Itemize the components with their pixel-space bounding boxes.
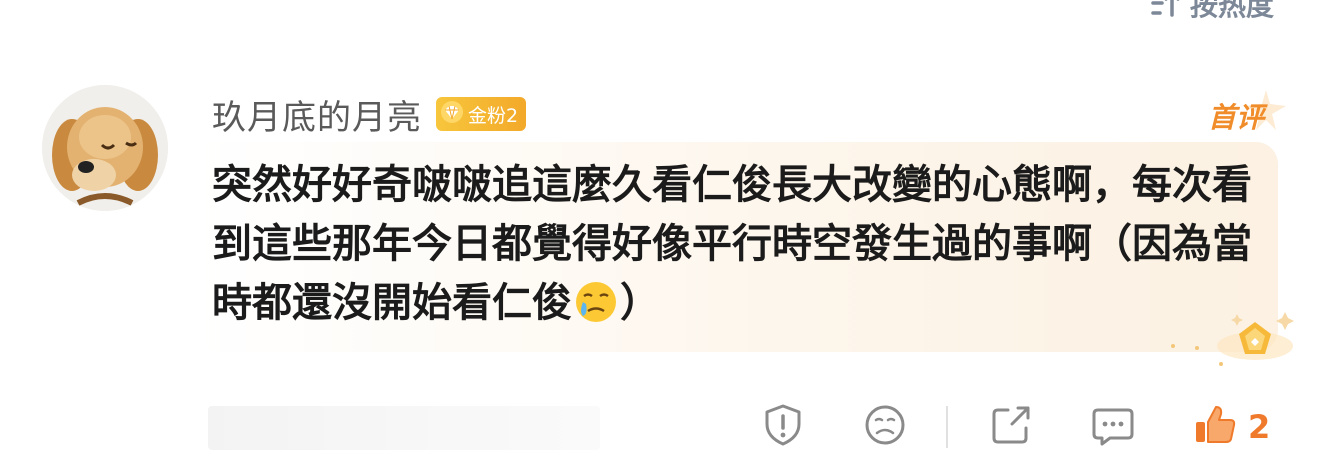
comment-text[interactable]: 突然好好奇啵啵追這麼久看仁俊長大改變的心態啊，每次看到這些那年今日都覺得好像平行…: [212, 156, 1262, 341]
dislike-button[interactable]: [862, 402, 908, 452]
diamond-icon: [440, 100, 464, 129]
dislike-face-icon: [862, 402, 908, 452]
sort-by-heat-button[interactable]: 按热度: [1150, 0, 1274, 22]
comment-text-body: 突然好好奇啵啵追這麼久看仁俊長大改變的心態啊，每次看到這些那年今日都覺得好像平行…: [212, 162, 1252, 326]
username[interactable]: 玖月底的月亮: [212, 90, 422, 139]
crying-face-emoji: [574, 280, 618, 341]
reward-badge-icon: [1171, 312, 1294, 366]
avatar[interactable]: [42, 85, 168, 211]
fan-level-badge[interactable]: 金粉2: [436, 97, 527, 131]
sort-label: 按热度: [1189, 0, 1274, 22]
fan-badge-label: 金粉2: [468, 104, 519, 127]
first-comment-tag: 首评: [1207, 101, 1264, 134]
comment-text-closing: ）: [620, 280, 660, 326]
share-icon: [988, 402, 1034, 452]
thumbs-up-icon: [1192, 402, 1238, 452]
like-button[interactable]: 2: [1192, 402, 1270, 452]
reply-button[interactable]: [1090, 402, 1136, 452]
share-button[interactable]: [988, 402, 1034, 452]
like-count: 2: [1248, 408, 1271, 446]
action-divider: [946, 406, 948, 448]
report-icon: [760, 402, 806, 452]
reply-icon: [1090, 402, 1136, 452]
sort-icon: [1150, 0, 1180, 19]
report-button[interactable]: [760, 402, 806, 452]
